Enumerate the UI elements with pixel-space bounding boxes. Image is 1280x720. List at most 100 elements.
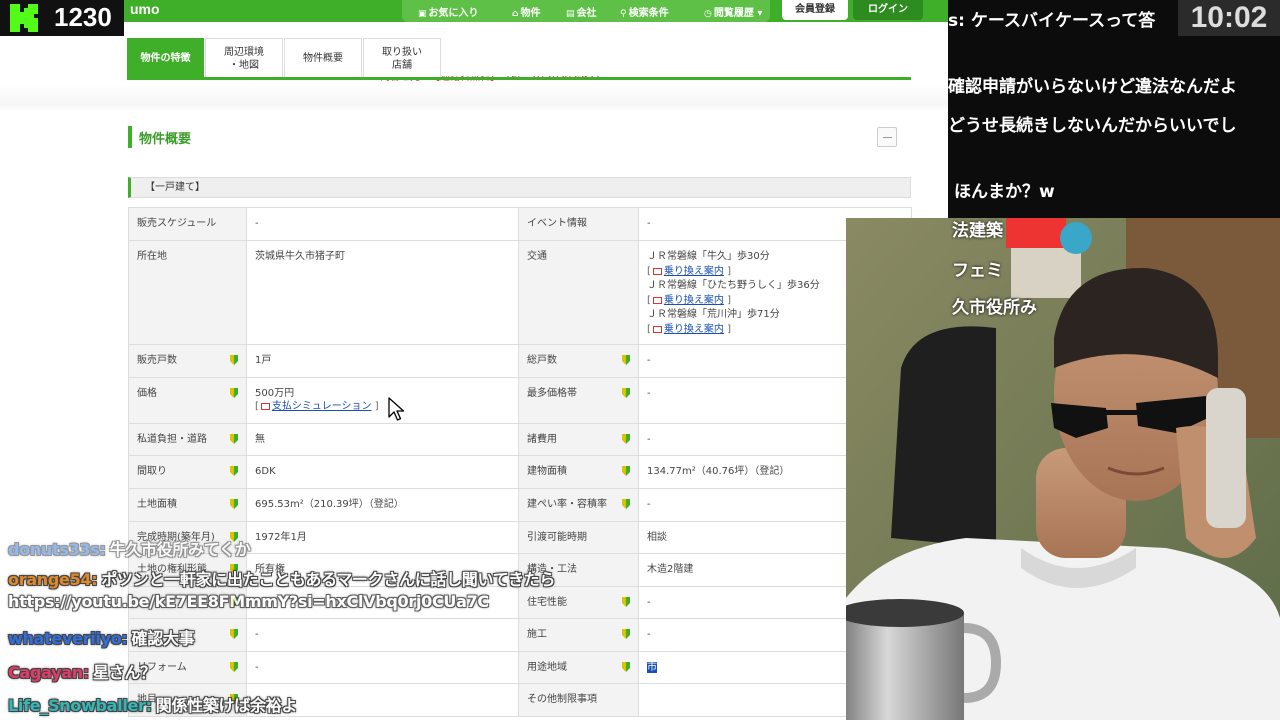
clock-icon: ◷: [704, 9, 712, 19]
collapse-button[interactable]: [877, 127, 897, 147]
divider: [0, 86, 948, 112]
beginner-mark-icon[interactable]: [230, 466, 238, 476]
table-row: 所在地 茨城県牛久市猪子町 交通 ＪＲ常磐線「牛久」歩30分 [乗り換え案内 ]…: [128, 240, 912, 345]
tab-store[interactable]: 取り扱い 店舗: [363, 38, 441, 78]
beginner-mark-icon[interactable]: [230, 388, 238, 398]
table-row: 販売戸数 1戸 総戸数 -: [128, 344, 912, 378]
spec-label: 所在地: [128, 240, 247, 345]
tab-underline: [127, 77, 911, 80]
spec-value: 1972年1月: [246, 521, 519, 554]
spec-label: 住宅性能: [518, 586, 639, 619]
building-icon: ▤: [566, 9, 575, 19]
external-link-icon: [260, 403, 270, 410]
spec-label: 土地面積: [128, 488, 247, 522]
spec-value: 6DK: [246, 455, 519, 489]
chat-message: s: ケースバイケースって答: [948, 11, 1156, 31]
chat-message: どうせ長続きしないんだからいいでし: [948, 116, 1237, 136]
nav-companies[interactable]: ▤ 会社: [566, 4, 597, 19]
spec-label: 施工: [518, 618, 639, 652]
beginner-mark-icon[interactable]: [622, 434, 630, 444]
beginner-mark-icon[interactable]: [622, 388, 630, 398]
spec-label: 間取り: [128, 455, 247, 489]
beginner-mark-icon[interactable]: [230, 499, 238, 509]
chat-overlay-message: orange54: ポツンと一軒家に出たこともあるマークさんに話し聞いてきたら: [8, 566, 555, 590]
beginner-mark-icon[interactable]: [230, 629, 238, 639]
property-type-header: 【一戸建て】: [128, 177, 911, 198]
spec-label: イベント情報: [518, 207, 639, 241]
external-link-icon: [652, 267, 662, 275]
spec-value: -: [246, 651, 519, 684]
beginner-mark-icon[interactable]: [230, 355, 238, 365]
beginner-mark-icon[interactable]: [622, 499, 630, 509]
bookmark-icon: ▣: [418, 9, 427, 19]
spec-label: 販売スケジュール: [128, 207, 247, 241]
tab-features[interactable]: 物件の特徴: [127, 38, 204, 78]
beginner-mark-icon[interactable]: [622, 466, 630, 476]
beginner-mark-icon[interactable]: [230, 434, 238, 444]
login-button[interactable]: ログイン: [853, 0, 923, 20]
external-link-icon: [652, 296, 662, 304]
table-row: 間取り 6DK 建物面積 134.77m²（40.76坪）（登記）: [128, 455, 912, 489]
spec-label: 総戸数: [518, 344, 639, 378]
beginner-mark-icon[interactable]: [622, 629, 630, 639]
nav-search-conditions[interactable]: ⚲ 検索条件: [620, 4, 669, 19]
beginner-mark-icon[interactable]: [622, 597, 630, 607]
beginner-mark-icon[interactable]: [622, 355, 630, 365]
search-icon: ⚲: [620, 9, 627, 19]
chat-message-partial: 久市役所み: [952, 298, 1037, 318]
external-link-icon: [652, 325, 662, 333]
transfer-link[interactable]: 乗り換え案内: [664, 324, 724, 335]
webcam-scene: [846, 218, 1280, 720]
chat-text: 牛久市役所みてくか: [109, 540, 251, 559]
simulation-link-row: [支払シミュレーション ]: [255, 401, 379, 412]
chat-text: 関係性築けば余裕よ: [155, 696, 298, 715]
chat-text: 星さん？: [92, 663, 156, 682]
spec-label: 建ぺい率・容積率: [518, 488, 639, 522]
tab-overview[interactable]: 物件概要: [284, 38, 362, 78]
table-row: 土地面積 695.53m²（210.39坪）（登記） 建ぺい率・容積率 -: [128, 488, 912, 522]
nav-history[interactable]: ◷ 閲覧履歴 ▾: [704, 4, 762, 19]
section-accent: [128, 126, 132, 148]
house-icon: ⌂: [512, 9, 519, 19]
price-value: 500万円 [支払シミュレーション ]: [246, 377, 519, 424]
nav-favorites[interactable]: ▣ お気に入り: [418, 4, 479, 19]
chat-username: donuts33s:: [8, 540, 106, 559]
table-row: - 施工 -: [128, 618, 912, 652]
table-row: 価格 500万円 [支払シミュレーション ] 最多価格帯 -: [128, 377, 912, 424]
spec-value: -: [246, 207, 519, 241]
transfer-link[interactable]: 乗り換え案内: [664, 266, 724, 277]
viewer-counter: 1230: [0, 0, 124, 36]
spec-label: 最多価格帯: [518, 377, 639, 424]
spec-label: 価格: [128, 377, 247, 424]
chat-text: ポツンと一軒家に出たこともあるマークさんに話し聞いてきたら: [101, 570, 556, 589]
transfer-link[interactable]: 乗り換え案内: [664, 295, 724, 306]
spec-label: 建物面積: [518, 455, 639, 489]
chat-text: 確認大事: [131, 629, 195, 648]
beginner-mark-icon[interactable]: [230, 662, 238, 672]
spec-label: 諸費用: [518, 423, 639, 456]
beginner-mark-icon[interactable]: [622, 662, 630, 672]
webcam-feed: [846, 218, 1280, 720]
spec-label: 販売戸数: [128, 344, 247, 378]
site-logo[interactable]: umo: [130, 1, 160, 17]
chat-username: whateveriiyo:: [8, 629, 128, 648]
spec-value: 無: [246, 423, 519, 456]
spec-label: 交通: [518, 240, 639, 345]
tab-surroundings-map[interactable]: 周辺環境 ・地図: [205, 38, 283, 78]
payment-simulation-link[interactable]: 支払シミュレーション: [272, 401, 372, 412]
chat-username: Cagayan:: [8, 663, 89, 682]
chat-username: Life_Snowballer:: [8, 696, 152, 715]
section-title: 物件概要: [139, 132, 192, 147]
spec-label: 用途地域: [518, 651, 639, 684]
spec-value: 695.53m²（210.39坪）（登記）: [246, 488, 519, 522]
table-row: 私道負担・道路 無 諸費用 -: [128, 423, 912, 456]
selected-text: 市: [647, 662, 657, 673]
browser-page: umo ▣ お気に入り ⌂ 物件 ▤ 会社 ⚲ 検索条件 ◷ 閲覧履歴 ▾ 会員登録 ログ…: [0, 0, 948, 720]
spec-value: 茨城県牛久市猪子町: [246, 240, 519, 345]
register-button[interactable]: 会員登録: [782, 0, 848, 20]
table-row: 販売スケジュール - イベント情報 -: [128, 207, 912, 241]
chat-username: orange54:: [8, 570, 98, 589]
stream-clock: 10:02: [1178, 0, 1280, 36]
counter-value: 1230: [54, 2, 112, 32]
nav-properties[interactable]: ⌂ 物件: [512, 4, 540, 19]
